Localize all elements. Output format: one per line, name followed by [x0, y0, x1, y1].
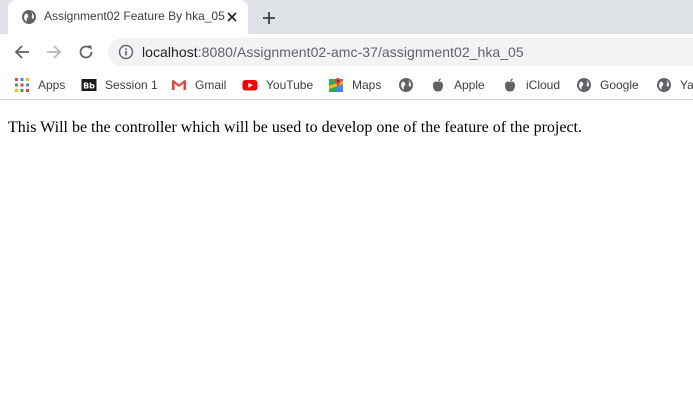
bookmark-label: iCloud: [526, 78, 561, 92]
url-path: :8080/Assignment02-amc-37/assignment02_h…: [197, 44, 524, 60]
globe-icon: [577, 78, 591, 92]
reload-icon: [79, 45, 93, 59]
bookmark-label: Gmail: [195, 78, 227, 92]
bookmark-label: Google: [600, 78, 639, 92]
bookmark-apple[interactable]: Apple: [430, 76, 485, 94]
reload-button[interactable]: [76, 42, 96, 62]
bookmark-label: Ya: [680, 78, 693, 92]
svg-text:Bb: Bb: [83, 82, 95, 91]
globe-icon: [22, 10, 36, 24]
url-host: localhost: [142, 44, 198, 60]
globe-icon: [399, 78, 413, 92]
arrow-right-icon: [47, 45, 62, 59]
info-icon[interactable]: [118, 44, 134, 60]
bookmark-maps[interactable]: Maps: [328, 76, 381, 94]
page-body-text: This Will be the controller which will b…: [8, 119, 582, 136]
bookmark-ya[interactable]: Ya: [656, 76, 693, 94]
bookmark-google[interactable]: Google: [576, 76, 639, 94]
maps-icon: [329, 78, 343, 92]
address-bar[interactable]: localhost:8080/Assignment02-amc-37/assig…: [108, 38, 693, 66]
bookmark-apps[interactable]: Apps: [14, 76, 65, 94]
back-button[interactable]: [12, 42, 32, 62]
tab-title: Assignment02 Feature By hka_05: [44, 9, 225, 23]
gmail-icon: [172, 80, 186, 90]
blackboard-icon: Bb: [81, 79, 97, 91]
tab-strip: Assignment02 Feature By hka_05: [0, 0, 693, 34]
apps-grid-icon: [15, 78, 29, 92]
bookmark-youtube[interactable]: YouTube: [242, 76, 313, 94]
new-tab-button[interactable]: [259, 8, 279, 28]
bookmark-label: Maps: [352, 78, 382, 92]
active-tab[interactable]: Assignment02 Feature By hka_05: [8, 0, 248, 34]
bookmarks-bar: Apps Bb Session 1 Gmail YouTube Maps App…: [0, 70, 693, 100]
bookmark-label: YouTube: [266, 78, 314, 92]
forward-button[interactable]: [44, 42, 64, 62]
browser-toolbar: localhost:8080/Assignment02-amc-37/assig…: [0, 34, 693, 70]
bookmark-gmail[interactable]: Gmail: [171, 76, 226, 94]
bookmark-globe[interactable]: [398, 76, 414, 94]
apple-icon: [433, 78, 443, 92]
globe-icon: [657, 78, 671, 92]
plus-icon: [263, 12, 275, 24]
bookmark-label: Apple: [454, 78, 485, 92]
bookmark-label: Session 1: [105, 78, 158, 92]
apple-icon: [505, 78, 515, 92]
youtube-icon: [242, 80, 258, 91]
bookmark-label: Apps: [38, 78, 66, 92]
url-text[interactable]: localhost:8080/Assignment02-amc-37/assig…: [142, 44, 524, 60]
close-tab-icon[interactable]: [224, 9, 240, 25]
bookmark-icloud[interactable]: iCloud: [502, 76, 560, 94]
arrow-left-icon: [14, 45, 29, 59]
bookmark-session-1[interactable]: Bb Session 1: [81, 76, 158, 94]
